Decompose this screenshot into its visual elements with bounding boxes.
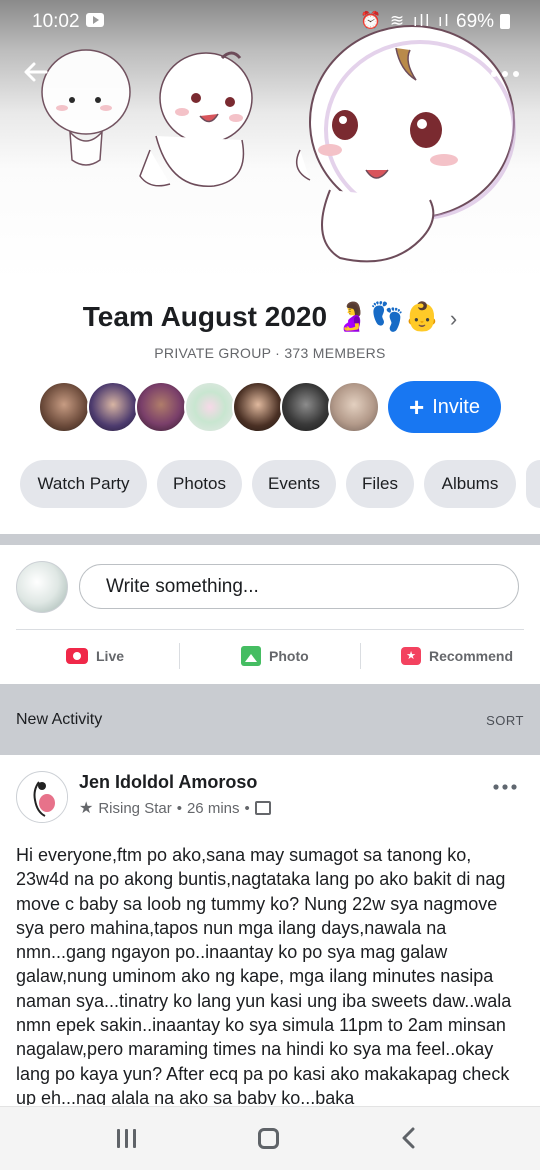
sort-button[interactable]: SORT (486, 713, 524, 728)
search-icon[interactable] (414, 60, 444, 95)
photo-button[interactable]: Photo (241, 642, 309, 670)
group-title-row[interactable]: Team August 2020 🤰👣👶 › (0, 300, 540, 333)
youtube-notification-icon (86, 13, 104, 27)
post-meta: ★ Rising Star • 26 mins • (79, 798, 271, 818)
write-something-input[interactable]: Write something... (79, 564, 519, 609)
avatar[interactable] (135, 381, 187, 433)
invite-label: Invite (432, 395, 480, 418)
post-options-icon[interactable] (493, 769, 517, 797)
rising-star-icon: ★ (79, 800, 94, 817)
meta-dot: • (176, 799, 182, 817)
live-label: Live (96, 648, 125, 664)
battery-percentage: 69% (456, 11, 495, 32)
status-time: 10:02 (32, 11, 80, 32)
chevron-right-icon[interactable]: › (450, 306, 457, 331)
recent-apps-icon[interactable] (117, 1129, 139, 1149)
group-audience-icon (254, 801, 271, 815)
live-video-icon (66, 648, 88, 664)
post-body[interactable]: Hi everyone,ftm po ako,sana may sumagot … (16, 843, 526, 1105)
cover-photo[interactable]: 10:02 ⏰ ≋ ıll ıl 69% (0, 0, 540, 282)
divider (360, 643, 361, 669)
post-author-name[interactable]: Jen Idoldol Amoroso (79, 772, 257, 793)
back-arrow-icon[interactable] (22, 60, 48, 89)
post-author-avatar[interactable] (16, 771, 68, 823)
group-meta: PRIVATE GROUP · 373 MEMBERS (154, 345, 386, 361)
photo-icon (241, 646, 261, 666)
meta-dot: • (244, 799, 250, 817)
user-avatar[interactable] (16, 561, 68, 613)
post-badge: Rising Star (98, 799, 172, 817)
new-activity-title: New Activity (16, 711, 103, 728)
post-time[interactable]: 26 mins (187, 800, 240, 817)
avatar[interactable] (184, 381, 236, 433)
avatar[interactable] (232, 381, 284, 433)
tab-files[interactable]: Files (346, 460, 414, 508)
back-icon[interactable] (400, 1126, 416, 1154)
group-name[interactable]: Team August 2020 🤰👣👶 (83, 301, 440, 332)
section-divider (0, 534, 540, 545)
pregnant-woman-logo (18, 773, 67, 822)
tab-more[interactable] (526, 460, 540, 508)
tab-watch-party[interactable]: Watch Party (20, 460, 147, 508)
recommend-label: Recommend (429, 648, 514, 664)
photo-label: Photo (269, 648, 309, 664)
home-icon[interactable] (258, 1128, 279, 1149)
recommend-button[interactable]: ★ Recommend (401, 642, 513, 670)
signal-icons: ⏰ ≋ ıll ıl (360, 11, 451, 30)
invite-button[interactable]: + Invite (388, 381, 501, 433)
divider (179, 643, 180, 669)
avatar[interactable] (280, 381, 332, 433)
new-activity-bar: New Activity SORT (0, 684, 540, 755)
status-bar: 10:02 ⏰ ≋ ıll ıl 69% (0, 0, 540, 44)
tab-photos[interactable]: Photos (157, 460, 242, 508)
more-icon[interactable] (490, 56, 520, 82)
tab-events[interactable]: Events (252, 460, 336, 508)
avatar[interactable] (38, 381, 90, 433)
battery-icon (500, 14, 510, 29)
avatar[interactable] (328, 381, 380, 433)
live-button[interactable]: Live (66, 642, 124, 670)
recommend-icon: ★ (401, 647, 421, 665)
plus-icon: + (409, 392, 425, 422)
system-navigation-bar (0, 1106, 540, 1170)
tab-albums[interactable]: Albums (424, 460, 516, 508)
avatar[interactable] (87, 381, 139, 433)
divider (16, 629, 524, 630)
